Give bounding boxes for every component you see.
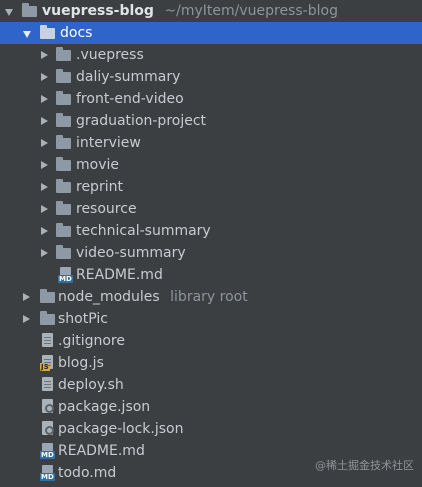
watermark: @稀土掘金技术社区 <box>315 459 414 472</box>
tree-item-label: package-lock.json <box>58 421 184 437</box>
tree-item-daliy-summary[interactable]: daliy-summary <box>0 66 422 88</box>
tree-item-interview[interactable]: interview <box>0 132 422 154</box>
folder-icon <box>40 289 55 303</box>
folder-icon <box>56 157 71 171</box>
folder-icon <box>56 135 71 149</box>
json-file-icon <box>42 399 54 413</box>
project-name: vuepress-blog <box>42 3 154 19</box>
folder-icon <box>56 91 71 105</box>
tree-item-label: node_modules <box>58 289 160 305</box>
folder-icon <box>56 113 71 127</box>
chevron-right-icon[interactable] <box>38 154 50 176</box>
tree-item-docs-readme[interactable]: README.md <box>0 264 422 286</box>
tree-item-label: front-end-video <box>76 91 184 107</box>
chevron-right-icon[interactable] <box>38 198 50 220</box>
tree-item-label: reprint <box>76 179 123 195</box>
tree-item-label: README.md <box>76 267 163 283</box>
tree-item-label: technical-summary <box>76 223 211 239</box>
chevron-right-icon[interactable] <box>38 110 50 132</box>
folder-icon <box>40 311 55 325</box>
folder-icon <box>40 25 55 39</box>
tree-item-label: todo.md <box>58 465 117 481</box>
folder-icon <box>56 47 71 61</box>
chevron-right-icon[interactable] <box>38 66 50 88</box>
tree-item-vuepress[interactable]: .vuepress <box>0 44 422 66</box>
chevron-down-icon[interactable] <box>4 0 16 22</box>
tree-item-movie[interactable]: movie <box>0 154 422 176</box>
tree-item-project-root[interactable]: vuepress-blog ~/myItem/vuepress-blog <box>0 0 422 22</box>
tree-item-shotpic[interactable]: shotPic <box>0 308 422 330</box>
shell-file-icon <box>42 377 53 391</box>
chevron-right-icon[interactable] <box>38 88 50 110</box>
tree-item-label: package.json <box>58 399 151 415</box>
text-file-icon <box>42 333 53 347</box>
tree-item-technical-summary[interactable]: technical-summary <box>0 220 422 242</box>
tree-item-label: resource <box>76 201 137 217</box>
tree-item-deploy-sh[interactable]: deploy.sh <box>0 374 422 396</box>
folder-icon <box>56 69 71 83</box>
folder-icon <box>56 201 71 215</box>
tree-item-node-modules[interactable]: node_modules library root <box>0 286 422 308</box>
markdown-file-icon <box>58 267 73 283</box>
tree-item-docs[interactable]: docs <box>0 22 422 44</box>
tree-item-label: .vuepress <box>76 47 144 63</box>
tree-item-label: blog.js <box>58 355 104 371</box>
tree-item-resource[interactable]: resource <box>0 198 422 220</box>
chevron-down-icon[interactable] <box>22 22 34 44</box>
folder-icon <box>56 179 71 193</box>
tree-item-label: .gitignore <box>58 333 125 349</box>
json-file-icon <box>42 421 54 435</box>
tree-item-label: video-summary <box>76 245 186 261</box>
chevron-right-icon[interactable] <box>20 286 32 308</box>
tree-item-label: deploy.sh <box>58 377 124 393</box>
tree-item-reprint[interactable]: reprint <box>0 176 422 198</box>
chevron-right-icon[interactable] <box>38 242 50 264</box>
tree-item-package-lock-json[interactable]: package-lock.json <box>0 418 422 440</box>
tree-item-video-summary[interactable]: video-summary <box>0 242 422 264</box>
folder-icon <box>56 223 71 237</box>
chevron-right-icon[interactable] <box>38 44 50 66</box>
tree-item-graduation-project[interactable]: graduation-project <box>0 110 422 132</box>
markdown-file-icon <box>40 443 55 459</box>
chevron-right-icon[interactable] <box>38 176 50 198</box>
chevron-right-icon[interactable] <box>38 220 50 242</box>
tree-item-label: graduation-project <box>76 113 207 129</box>
tree-item-blog-js[interactable]: blog.js <box>0 352 422 374</box>
javascript-file-icon <box>40 355 53 371</box>
tree-item-label: movie <box>76 157 119 173</box>
tree-item-label: README.md <box>58 443 145 459</box>
markdown-file-icon <box>40 465 55 481</box>
chevron-right-icon[interactable] <box>38 132 50 154</box>
tree-item-label: shotPic <box>58 311 108 327</box>
tree-item-label: docs <box>60 25 93 41</box>
project-path: ~/myItem/vuepress-blog <box>164 3 338 19</box>
chevron-right-icon[interactable] <box>20 308 32 330</box>
library-root-hint: library root <box>170 289 248 305</box>
tree-item-label: daliy-summary <box>76 69 181 85</box>
folder-icon <box>56 245 71 259</box>
tree-item-front-end-video[interactable]: front-end-video <box>0 88 422 110</box>
folder-icon <box>22 3 37 17</box>
tree-item-gitignore[interactable]: .gitignore <box>0 330 422 352</box>
tree-item-package-json[interactable]: package.json <box>0 396 422 418</box>
project-tree: vuepress-blog ~/myItem/vuepress-blog doc… <box>0 0 422 484</box>
tree-item-label: interview <box>76 135 141 151</box>
